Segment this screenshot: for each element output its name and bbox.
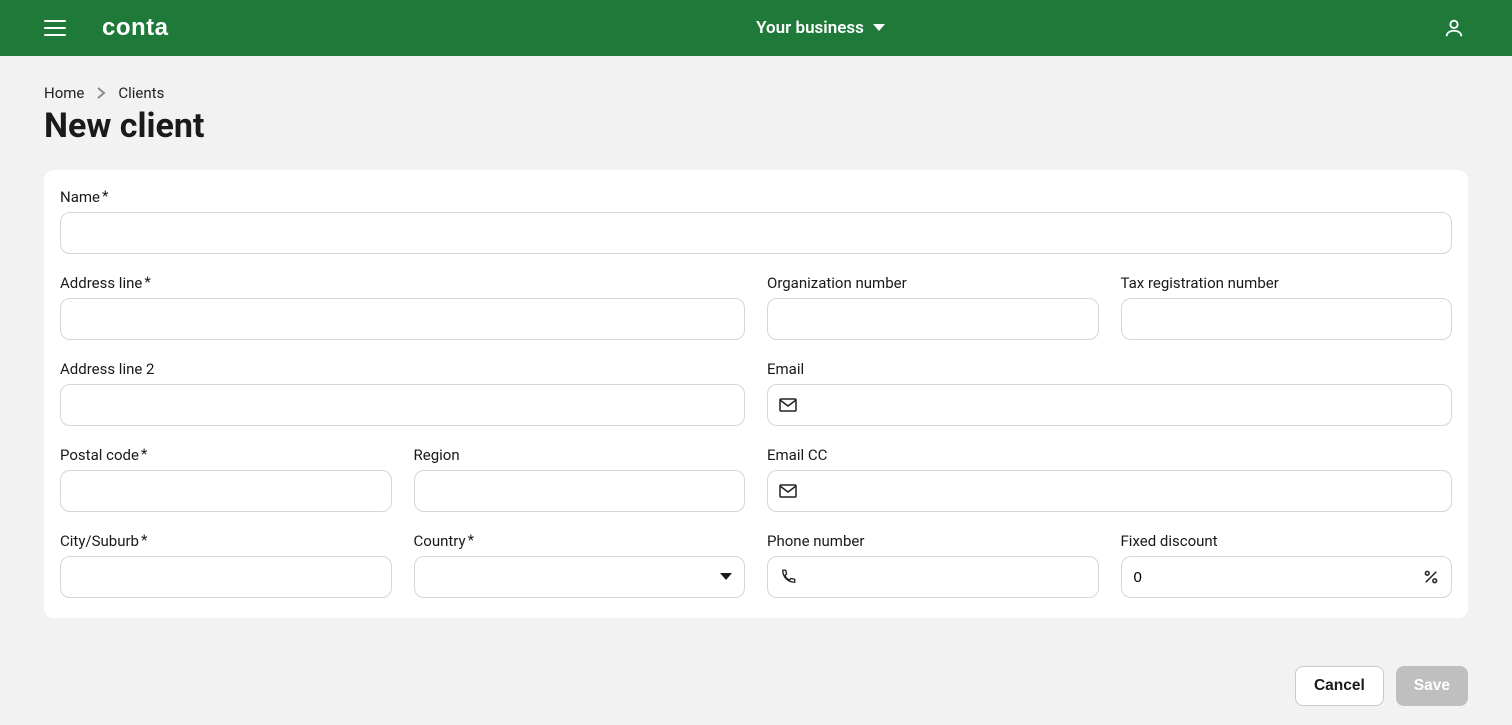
form-grid: Name * Address line * Organiza (60, 188, 1452, 598)
field-region: Region (414, 446, 746, 512)
tax-number-input[interactable] (1121, 298, 1453, 340)
menu-icon[interactable] (44, 20, 66, 36)
field-discount: Fixed discount (1121, 532, 1453, 598)
label-city: City/Suburb * (60, 532, 392, 550)
city-input[interactable] (60, 556, 392, 598)
field-address-line-2: Address line 2 (60, 360, 745, 426)
discount-input[interactable] (1121, 556, 1453, 598)
breadcrumb-clients[interactable]: Clients (118, 84, 164, 102)
label-email-cc-text: Email CC (767, 446, 827, 464)
label-address-line-2: Address line 2 (60, 360, 745, 378)
label-email-text: Email (767, 360, 804, 378)
header-left: conta (44, 14, 202, 42)
label-country-text: Country (414, 532, 466, 550)
country-select[interactable] (414, 556, 746, 598)
label-tax-number: Tax registration number (1121, 274, 1453, 292)
field-city: City/Suburb * (60, 532, 392, 598)
header-right (1440, 14, 1468, 42)
breadcrumb-home[interactable]: Home (44, 84, 84, 102)
form-card: Name * Address line * Organiza (44, 170, 1468, 618)
label-region-text: Region (414, 446, 460, 464)
label-address-line-2-text: Address line 2 (60, 360, 155, 378)
label-name: Name * (60, 188, 1452, 206)
field-email: Email (767, 360, 1452, 426)
svg-text:conta: conta (102, 14, 169, 41)
field-org-number: Organization number (767, 274, 1099, 340)
label-discount: Fixed discount (1121, 532, 1453, 550)
label-org-number: Organization number (767, 274, 1099, 292)
address-line-2-input[interactable] (60, 384, 745, 426)
label-region: Region (414, 446, 746, 464)
breadcrumb: Home Clients (44, 84, 1468, 102)
save-button[interactable]: Save (1396, 666, 1468, 706)
email-input[interactable] (767, 384, 1452, 426)
postal-code-input[interactable] (60, 470, 392, 512)
org-number-input[interactable] (767, 298, 1099, 340)
business-selector[interactable]: Your business (756, 18, 886, 38)
label-address-line: Address line * (60, 274, 745, 292)
form-footer: Cancel Save (0, 642, 1512, 706)
required-mark: * (144, 274, 150, 290)
label-city-text: City/Suburb (60, 532, 139, 550)
required-mark: * (102, 188, 108, 204)
field-postal-code: Postal code * (60, 446, 392, 512)
required-mark: * (141, 446, 147, 462)
brand-logo[interactable]: conta (102, 14, 202, 42)
business-selector-label: Your business (756, 18, 864, 38)
address-line-input[interactable] (60, 298, 745, 340)
label-discount-text: Fixed discount (1121, 532, 1218, 550)
name-input[interactable] (60, 212, 1452, 254)
label-postal-code: Postal code * (60, 446, 392, 464)
label-postal-code-text: Postal code (60, 446, 139, 464)
email-cc-input[interactable] (767, 470, 1452, 512)
app-header: conta Your business (0, 0, 1512, 56)
label-phone: Phone number (767, 532, 1099, 550)
caret-down-icon (872, 18, 886, 38)
cancel-button[interactable]: Cancel (1295, 666, 1384, 706)
field-tax-number: Tax registration number (1121, 274, 1453, 340)
label-phone-text: Phone number (767, 532, 864, 550)
account-icon[interactable] (1440, 14, 1468, 42)
field-country: Country * (414, 532, 746, 598)
label-org-number-text: Organization number (767, 274, 907, 292)
required-mark: * (468, 532, 474, 548)
label-email-cc: Email CC (767, 446, 1452, 464)
required-mark: * (141, 532, 147, 548)
label-tax-number-text: Tax registration number (1121, 274, 1279, 292)
field-phone: Phone number (767, 532, 1099, 598)
chevron-right-icon (96, 87, 106, 99)
label-country: Country * (414, 532, 746, 550)
page-title: New client (44, 106, 1468, 146)
label-email: Email (767, 360, 1452, 378)
phone-input[interactable] (767, 556, 1099, 598)
label-address-line-text: Address line (60, 274, 142, 292)
label-name-text: Name (60, 188, 100, 206)
page: Home Clients New client Name * Address l… (0, 56, 1512, 642)
region-input[interactable] (414, 470, 746, 512)
field-name: Name * (60, 188, 1452, 254)
field-email-cc: Email CC (767, 446, 1452, 512)
field-address-line: Address line * (60, 274, 745, 340)
